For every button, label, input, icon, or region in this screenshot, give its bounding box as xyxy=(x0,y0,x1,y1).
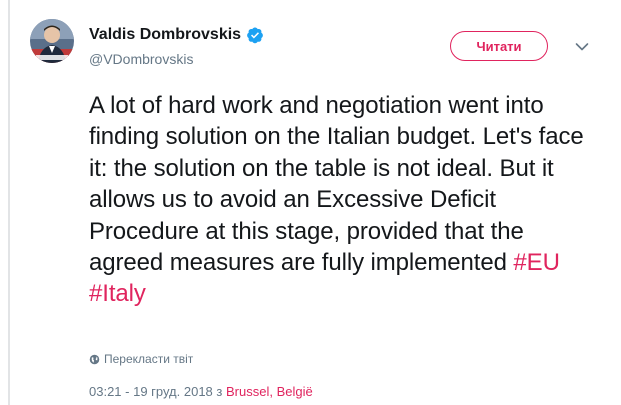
translate-label[interactable]: Перекласти твіт xyxy=(104,352,193,366)
avatar[interactable] xyxy=(30,19,74,63)
hashtag-link[interactable]: #EU xyxy=(513,249,559,276)
chevron-down-icon[interactable] xyxy=(575,42,589,52)
tweet-text: A lot of hard work and negotiation went … xyxy=(89,90,589,310)
tweet-location[interactable]: Brussel, België xyxy=(226,384,313,399)
follow-button[interactable]: Читати xyxy=(450,31,548,61)
location-separator: з xyxy=(216,384,223,399)
translate-tweet-link[interactable]: Перекласти твіт xyxy=(89,352,193,366)
profile-photo-icon xyxy=(30,19,74,63)
globe-icon xyxy=(89,354,100,365)
author-handle[interactable]: @VDombrovskis xyxy=(89,51,193,67)
hashtag-link[interactable]: #Italy xyxy=(89,280,146,307)
thread-line xyxy=(8,0,10,405)
author-name[interactable]: Valdis Dombrovskis xyxy=(89,26,241,44)
tweet-body: A lot of hard work and negotiation went … xyxy=(89,92,584,277)
tweet-timestamp[interactable]: 03:21 - 19 груд. 2018 xyxy=(89,384,213,399)
verified-badge-icon xyxy=(246,26,264,44)
tweet-meta: 03:21 - 19 груд. 2018 з Brussel, België xyxy=(89,384,313,399)
display-name[interactable]: Valdis Dombrovskis xyxy=(89,26,264,44)
